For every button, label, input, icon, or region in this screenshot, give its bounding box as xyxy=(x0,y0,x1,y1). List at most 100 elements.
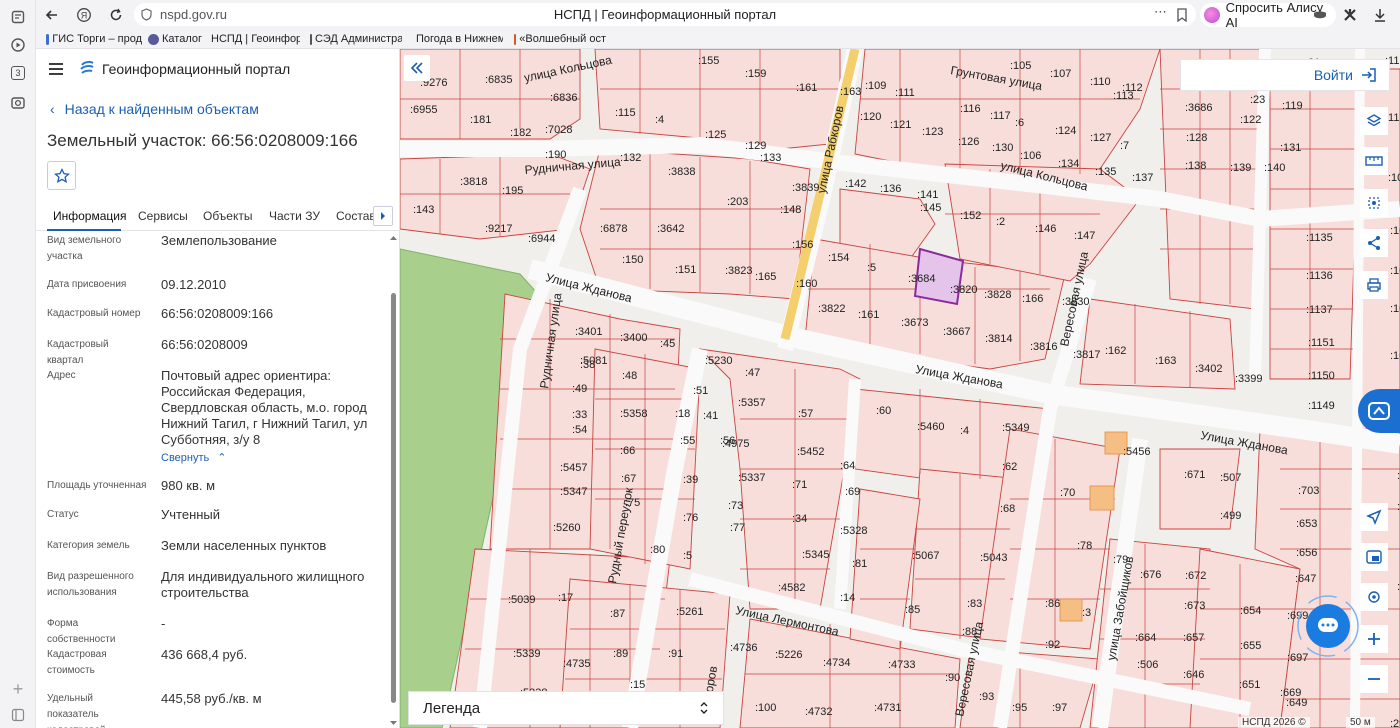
back-link-label: Назад к найденным объектам xyxy=(64,101,259,117)
parcel-label: :69 xyxy=(845,486,860,498)
parcel-label: :124 xyxy=(1055,125,1076,137)
parcel-label: :5452 xyxy=(797,446,825,458)
parcel-label: :33 xyxy=(572,409,587,421)
bookmark-item[interactable]: СЭД Администра xyxy=(310,33,402,45)
scale-bar: 50 м xyxy=(1346,717,1375,728)
navigate-button[interactable] xyxy=(1360,503,1388,531)
print-button[interactable] xyxy=(1360,271,1388,299)
extensions-icon[interactable] xyxy=(1338,3,1362,27)
zoom-in-button[interactable] xyxy=(1360,625,1388,653)
parcel-label: :23 xyxy=(1250,94,1265,106)
collapse-panel-button[interactable] xyxy=(404,55,430,81)
map-view[interactable]: улица Кольцова Грунтовая улица Рудничная… xyxy=(400,49,1400,728)
parcel-label: :1064 xyxy=(1390,303,1400,315)
parcel-label: :4735 xyxy=(563,658,591,670)
more-icon[interactable]: ⋯ xyxy=(1154,4,1167,20)
scroll-up-icon[interactable] xyxy=(390,235,397,240)
parcel-label: :5039 xyxy=(508,594,536,606)
parcel-label: :5358 xyxy=(620,408,648,420)
info-list: Вид земельного участка Землепользование Д… xyxy=(47,233,368,728)
collapse-link[interactable]: Свернуть ⌃ xyxy=(161,451,226,465)
parcel-label: :163 xyxy=(1155,355,1176,367)
legend-dropdown[interactable]: Легенда xyxy=(408,691,724,725)
parcel-label: :5460 xyxy=(917,421,945,433)
parcel-label: :5 xyxy=(867,262,876,274)
parcel-label: :151 xyxy=(675,264,696,276)
parcel-label: :4733 xyxy=(888,659,916,671)
scrollbar-thumb[interactable] xyxy=(391,293,396,703)
favorite-button[interactable] xyxy=(47,161,76,190)
minimap-icon xyxy=(1366,550,1382,564)
plus-icon xyxy=(1368,633,1380,645)
ruler-button[interactable] xyxy=(1360,147,1388,175)
scroll-down-icon[interactable] xyxy=(390,721,397,726)
tab-composition[interactable]: Состав xyxy=(336,209,376,223)
reload-icon[interactable] xyxy=(104,3,128,27)
chat-button[interactable] xyxy=(1297,595,1359,657)
address-bar[interactable]: nspd.gov.ru НСПД | Геоинформационный пор… xyxy=(134,3,1196,26)
yandex-icon[interactable]: Я xyxy=(72,3,96,27)
double-chevron-left-icon xyxy=(410,62,423,74)
parcel-label: :48 xyxy=(622,370,637,382)
profile-icon[interactable] xyxy=(1308,3,1332,27)
parcel-label: :161 xyxy=(796,82,817,94)
star-icon xyxy=(53,167,70,183)
parcel-label: :109 xyxy=(865,80,886,92)
parcel-label: :130 xyxy=(992,142,1013,154)
parcel-label: :6835 xyxy=(485,74,513,86)
parcel-label: :121 xyxy=(890,119,911,131)
layers-button[interactable] xyxy=(1360,107,1388,135)
panel-scrollbar[interactable] xyxy=(389,233,398,728)
legend-label: Легенда xyxy=(423,699,481,717)
tabs-icon[interactable] xyxy=(5,4,31,30)
parcel-label: :3839 xyxy=(792,182,820,194)
bookmark-item[interactable]: Погода в Нижнем xyxy=(413,33,503,45)
bookmark-item[interactable]: ГИС Торги – прод xyxy=(46,33,142,45)
menu-icon[interactable] xyxy=(48,62,64,76)
parcel-label: :3816 xyxy=(1030,341,1058,353)
parcel-label: :195 xyxy=(502,185,523,197)
select-area-button[interactable] xyxy=(1360,189,1388,217)
parcel-label: :110 xyxy=(1090,76,1111,88)
geolocation-button[interactable] xyxy=(1360,583,1388,611)
download-icon[interactable] xyxy=(1368,3,1392,27)
add-icon[interactable]: + xyxy=(5,676,31,702)
tab-info[interactable]: Информация xyxy=(53,209,126,223)
bookmark-item[interactable]: «Волшебный ост xyxy=(514,33,606,45)
bookmark-item[interactable]: НСПД | Геоинфор xyxy=(208,33,300,45)
panel-icon[interactable] xyxy=(5,702,31,728)
parcel-label: :4731 xyxy=(874,702,902,714)
parcel-label: :91 xyxy=(668,648,683,660)
parcel-label: :129 xyxy=(745,140,766,152)
parcel-label: :5456 xyxy=(1123,446,1151,458)
back-link[interactable]: ‹ Назад к найденным объектам xyxy=(50,101,259,117)
parcel-label: :100 xyxy=(755,702,776,714)
tabs-next-button[interactable] xyxy=(373,206,393,226)
tab-counter[interactable]: 3 xyxy=(5,60,31,86)
share-button[interactable] xyxy=(1360,229,1388,257)
tab-objects[interactable]: Объекты xyxy=(203,209,253,223)
side-widget-button[interactable] xyxy=(1358,389,1400,433)
cadastral-map[interactable]: улица Кольцова Грунтовая улица Рудничная… xyxy=(400,49,1400,728)
parcel-label: :116 xyxy=(960,103,981,115)
parcel-label: :165 xyxy=(755,271,776,283)
bookmark-icon[interactable] xyxy=(1176,8,1188,22)
parcel-label: :499 xyxy=(1220,510,1241,522)
tab-services[interactable]: Сервисы xyxy=(138,209,188,223)
tab-parts[interactable]: Части ЗУ xyxy=(269,209,320,223)
select-area-icon xyxy=(1368,197,1380,209)
layers-icon xyxy=(1366,114,1382,127)
parcel-label: :1136 xyxy=(1306,270,1333,282)
zoom-out-button[interactable] xyxy=(1360,665,1388,693)
back-arrow-icon[interactable] xyxy=(40,3,64,27)
video-icon[interactable] xyxy=(5,32,31,58)
login-button[interactable]: Войти xyxy=(1180,59,1390,91)
parcel-label: :45 xyxy=(660,338,675,350)
minimap-button[interactable] xyxy=(1360,543,1388,571)
parcel-label: :5347 xyxy=(560,486,588,498)
parcel-label: :85 xyxy=(905,604,920,616)
parcel-label: :1137 xyxy=(1306,304,1333,316)
parcel-label: :6 xyxy=(1015,117,1024,129)
bookmark-item[interactable]: Каталог xyxy=(148,33,204,45)
screenshot-icon[interactable] xyxy=(5,90,31,116)
